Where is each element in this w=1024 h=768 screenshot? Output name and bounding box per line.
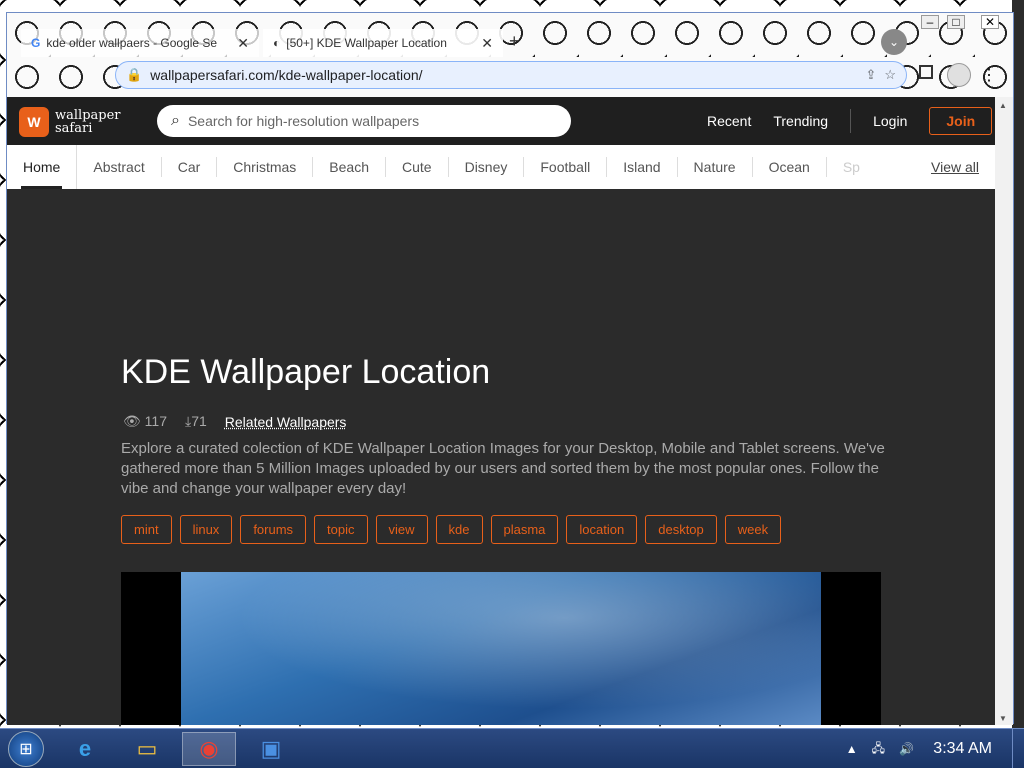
new-tab-plus-icon[interactable]: + [509,31,520,52]
scroll-up-icon[interactable]: ▲ [999,101,1007,110]
minimize-button[interactable]: – [921,15,939,29]
show-desktop-button[interactable] [1012,729,1024,768]
tag-week[interactable]: week [724,515,782,544]
category-disney[interactable]: Disney [449,157,525,177]
tab-label: kde older wallpaers - Google Se [46,36,218,50]
ie-taskbar-icon[interactable]: e [58,732,112,766]
address-bar[interactable]: 🔒 wallpapersafari.com/kde-wallpaper-loca… [115,61,907,89]
tag-topic[interactable]: topic [314,515,368,544]
volume-icon[interactable]: 🔊 [899,742,914,756]
category-nav: Home Abstract Car Christmas Beach Cute D… [7,145,995,189]
nav-trending-link[interactable]: Trending [773,113,828,129]
category-abstract[interactable]: Abstract [77,157,162,177]
tag-kde[interactable]: kde [435,515,483,544]
tab-google-search[interactable]: G kde older wallpaers - Google Se ✕ [21,29,259,57]
tray-expand-icon[interactable]: ▲ [846,742,858,756]
search-icon: ⌕ [171,112,180,129]
page-title: KDE Wallpaper Location [121,353,491,391]
wallpaper-meta: 👁 117 ⤓71 Related Wallpapers [123,413,346,430]
close-icon[interactable]: ✕ [481,35,493,52]
address-row: 🔒 wallpapersafari.com/kde-wallpaper-loca… [7,57,1013,97]
url-text: wallpapersafari.com/kde-wallpaper-locati… [150,67,423,83]
nav-recent-link[interactable]: Recent [707,113,751,129]
category-cute[interactable]: Cute [386,157,449,177]
taskbar: ⊞ e ▭ ◉ ▣ ▲ 🖧 🔊 3:34 AM [0,728,1024,768]
search-box[interactable]: ⌕ [157,105,571,137]
wallpaper-image[interactable] [181,572,821,725]
close-icon[interactable]: ✕ [237,35,249,52]
wallpaper-preview[interactable] [121,572,881,725]
category-car[interactable]: Car [162,157,218,177]
eye-icon: 👁 [123,413,141,429]
chrome-taskbar-icon[interactable]: ◉ [182,732,236,766]
category-christmas[interactable]: Christmas [217,157,314,177]
header-nav: Recent Trending Login Join [707,97,993,145]
page-scrollbar[interactable]: ▲ ▼ [995,97,1013,725]
logo-text: wallpaper safari [55,108,121,136]
page-description: Explore a curated colection of KDE Wallp… [121,440,885,497]
clock[interactable]: 3:34 AM [933,729,992,768]
category-beach[interactable]: Beach [313,157,386,177]
tab-label: [50+] KDE Wallpaper Location [286,36,447,50]
tag-location[interactable]: location [566,515,638,544]
menu-dots-icon[interactable]: ⋮ [981,65,997,85]
view-all-link[interactable]: View all [931,159,979,175]
views-count: 👁 117 [123,413,167,429]
tag-forums[interactable]: forums [240,515,307,544]
scroll-down-icon[interactable]: ▼ [999,714,1007,723]
category-nature[interactable]: Nature [678,157,753,177]
tag-list: mint linux forums topic view kde plasma … [121,515,782,544]
site-icon: ◐ [273,36,281,50]
tag-linux[interactable]: linux [179,515,233,544]
windows-logo-icon: ⊞ [19,741,33,758]
folder-taskbar-icon[interactable]: ▣ [244,732,298,766]
webpage: W wallpaper safari ⌕ Recent Trending Log… [7,97,995,725]
extension-icon[interactable] [919,65,933,79]
logo-mark-icon: W [19,107,49,137]
tag-mint[interactable]: mint [121,515,172,544]
google-g-icon: G [31,36,41,50]
tab-strip: G kde older wallpaers - Google Se ✕ ◐ [5… [7,13,1013,57]
join-button[interactable]: Join [929,107,993,135]
downloads-count: ⤓71 [185,413,207,429]
network-icon[interactable]: 🖧 [872,739,885,760]
tag-plasma[interactable]: plasma [490,515,559,544]
lock-icon[interactable]: 🔒 [126,67,142,83]
share-icon[interactable]: ⇪ [865,67,876,83]
category-island[interactable]: Island [607,157,678,177]
close-window-button[interactable]: ✕ [981,15,999,29]
maximize-button[interactable]: □ [947,15,965,29]
tab-kde-wallpaper[interactable]: ◐ [50+] KDE Wallpaper Location ✕ [263,29,503,57]
category-football[interactable]: Football [524,157,608,177]
browser-window: G kde older wallpaers - Google Se ✕ ◐ [5… [6,12,1014,725]
start-button[interactable]: ⊞ [8,731,44,767]
explorer-taskbar-icon[interactable]: ▭ [120,732,174,766]
tag-desktop[interactable]: desktop [645,515,717,544]
site-logo[interactable]: W wallpaper safari [19,107,121,137]
profile-avatar-icon[interactable] [947,63,971,87]
category-ocean[interactable]: Ocean [753,157,827,177]
login-link[interactable]: Login [873,113,907,129]
nav-divider [850,109,852,133]
search-input[interactable] [187,113,548,129]
system-tray: ▲ 🖧 🔊 [846,729,914,768]
category-sp[interactable]: Sp [827,157,876,177]
related-wallpapers-link[interactable]: Related Wallpapers [225,414,347,430]
bookmark-star-icon[interactable]: ☆ [884,67,896,83]
tag-view[interactable]: view [375,515,428,544]
tab-search-chevron-icon[interactable]: ⌄ [881,29,907,55]
category-home[interactable]: Home [7,145,78,189]
site-header: W wallpaper safari ⌕ Recent Trending Log… [7,97,995,145]
